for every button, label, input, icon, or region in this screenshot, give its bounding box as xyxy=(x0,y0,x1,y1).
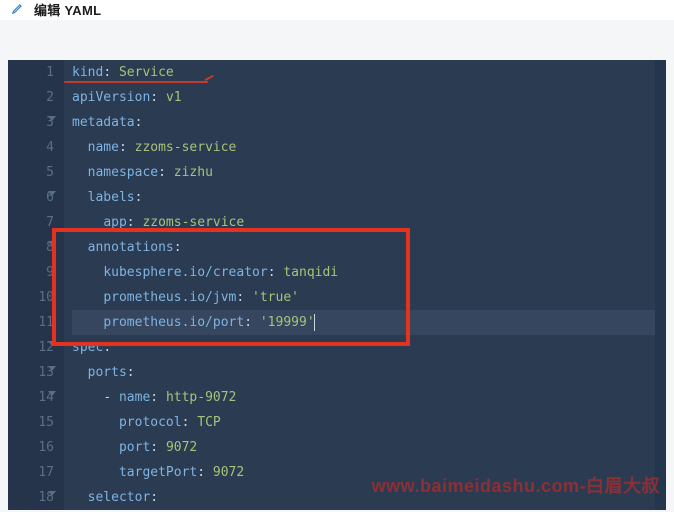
line-number: 2 xyxy=(8,85,54,110)
code-line[interactable]: namespace: zizhu xyxy=(72,160,666,185)
line-number: 12 xyxy=(8,335,54,360)
code-line[interactable]: - name: http-9072 xyxy=(72,385,666,410)
code-line[interactable]: spec: xyxy=(72,335,666,360)
fold-icon[interactable] xyxy=(48,116,56,121)
pencil-icon xyxy=(10,0,26,16)
fold-icon[interactable] xyxy=(48,491,56,496)
line-number: 6 xyxy=(8,185,54,210)
line-number: 4 xyxy=(8,135,54,160)
line-number: 11 xyxy=(8,310,54,335)
watermark-text: www.baimeidashu.com-白眉大叔 xyxy=(372,472,660,498)
code-editor[interactable]: 123456789101112131415161718 kind: Servic… xyxy=(8,60,666,510)
fold-icon[interactable] xyxy=(48,391,56,396)
fold-icon[interactable] xyxy=(48,241,56,246)
line-number: 13 xyxy=(8,360,54,385)
code-area[interactable]: kind: ServiceapiVersion: v1metadata: nam… xyxy=(64,60,666,510)
annotation-underline xyxy=(64,81,208,83)
line-number: 10 xyxy=(8,285,54,310)
fold-icon[interactable] xyxy=(48,366,56,371)
text-cursor xyxy=(314,314,315,331)
code-line[interactable]: prometheus.io/jvm: 'true' xyxy=(72,285,666,310)
code-line[interactable]: app: zzoms-service xyxy=(72,210,666,235)
code-line[interactable]: apiVersion: v1 xyxy=(72,85,666,110)
line-number: 9 xyxy=(8,260,54,285)
code-line[interactable]: labels: xyxy=(72,185,666,210)
code-line[interactable]: metadata: xyxy=(72,110,666,135)
line-number: 17 xyxy=(8,460,54,485)
line-number: 14 xyxy=(8,385,54,410)
line-number: 18 xyxy=(8,485,54,510)
header-title: 编辑 YAML xyxy=(34,0,101,19)
line-number: 5 xyxy=(8,160,54,185)
code-line[interactable]: kubesphere.io/creator: tanqidi xyxy=(72,260,666,285)
header-bar: 编辑 YAML xyxy=(0,0,674,20)
fold-icon[interactable] xyxy=(48,191,56,196)
scrollbar-vertical[interactable] xyxy=(655,60,666,510)
code-line[interactable]: annotations: xyxy=(72,235,666,260)
line-number: 8 xyxy=(8,235,54,260)
code-line[interactable]: port: 9072 xyxy=(72,435,666,460)
line-number: 15 xyxy=(8,410,54,435)
line-number: 7 xyxy=(8,210,54,235)
code-line[interactable]: name: zzoms-service xyxy=(72,135,666,160)
code-line[interactable]: ports: xyxy=(72,360,666,385)
code-line[interactable]: protocol: TCP xyxy=(72,410,666,435)
line-number: 3 xyxy=(8,110,54,135)
code-line[interactable]: prometheus.io/port: '19999' xyxy=(72,310,666,335)
line-number: 16 xyxy=(8,435,54,460)
line-number-gutter: 123456789101112131415161718 xyxy=(8,60,64,510)
fold-icon[interactable] xyxy=(48,341,56,346)
line-number: 1 xyxy=(8,60,54,85)
